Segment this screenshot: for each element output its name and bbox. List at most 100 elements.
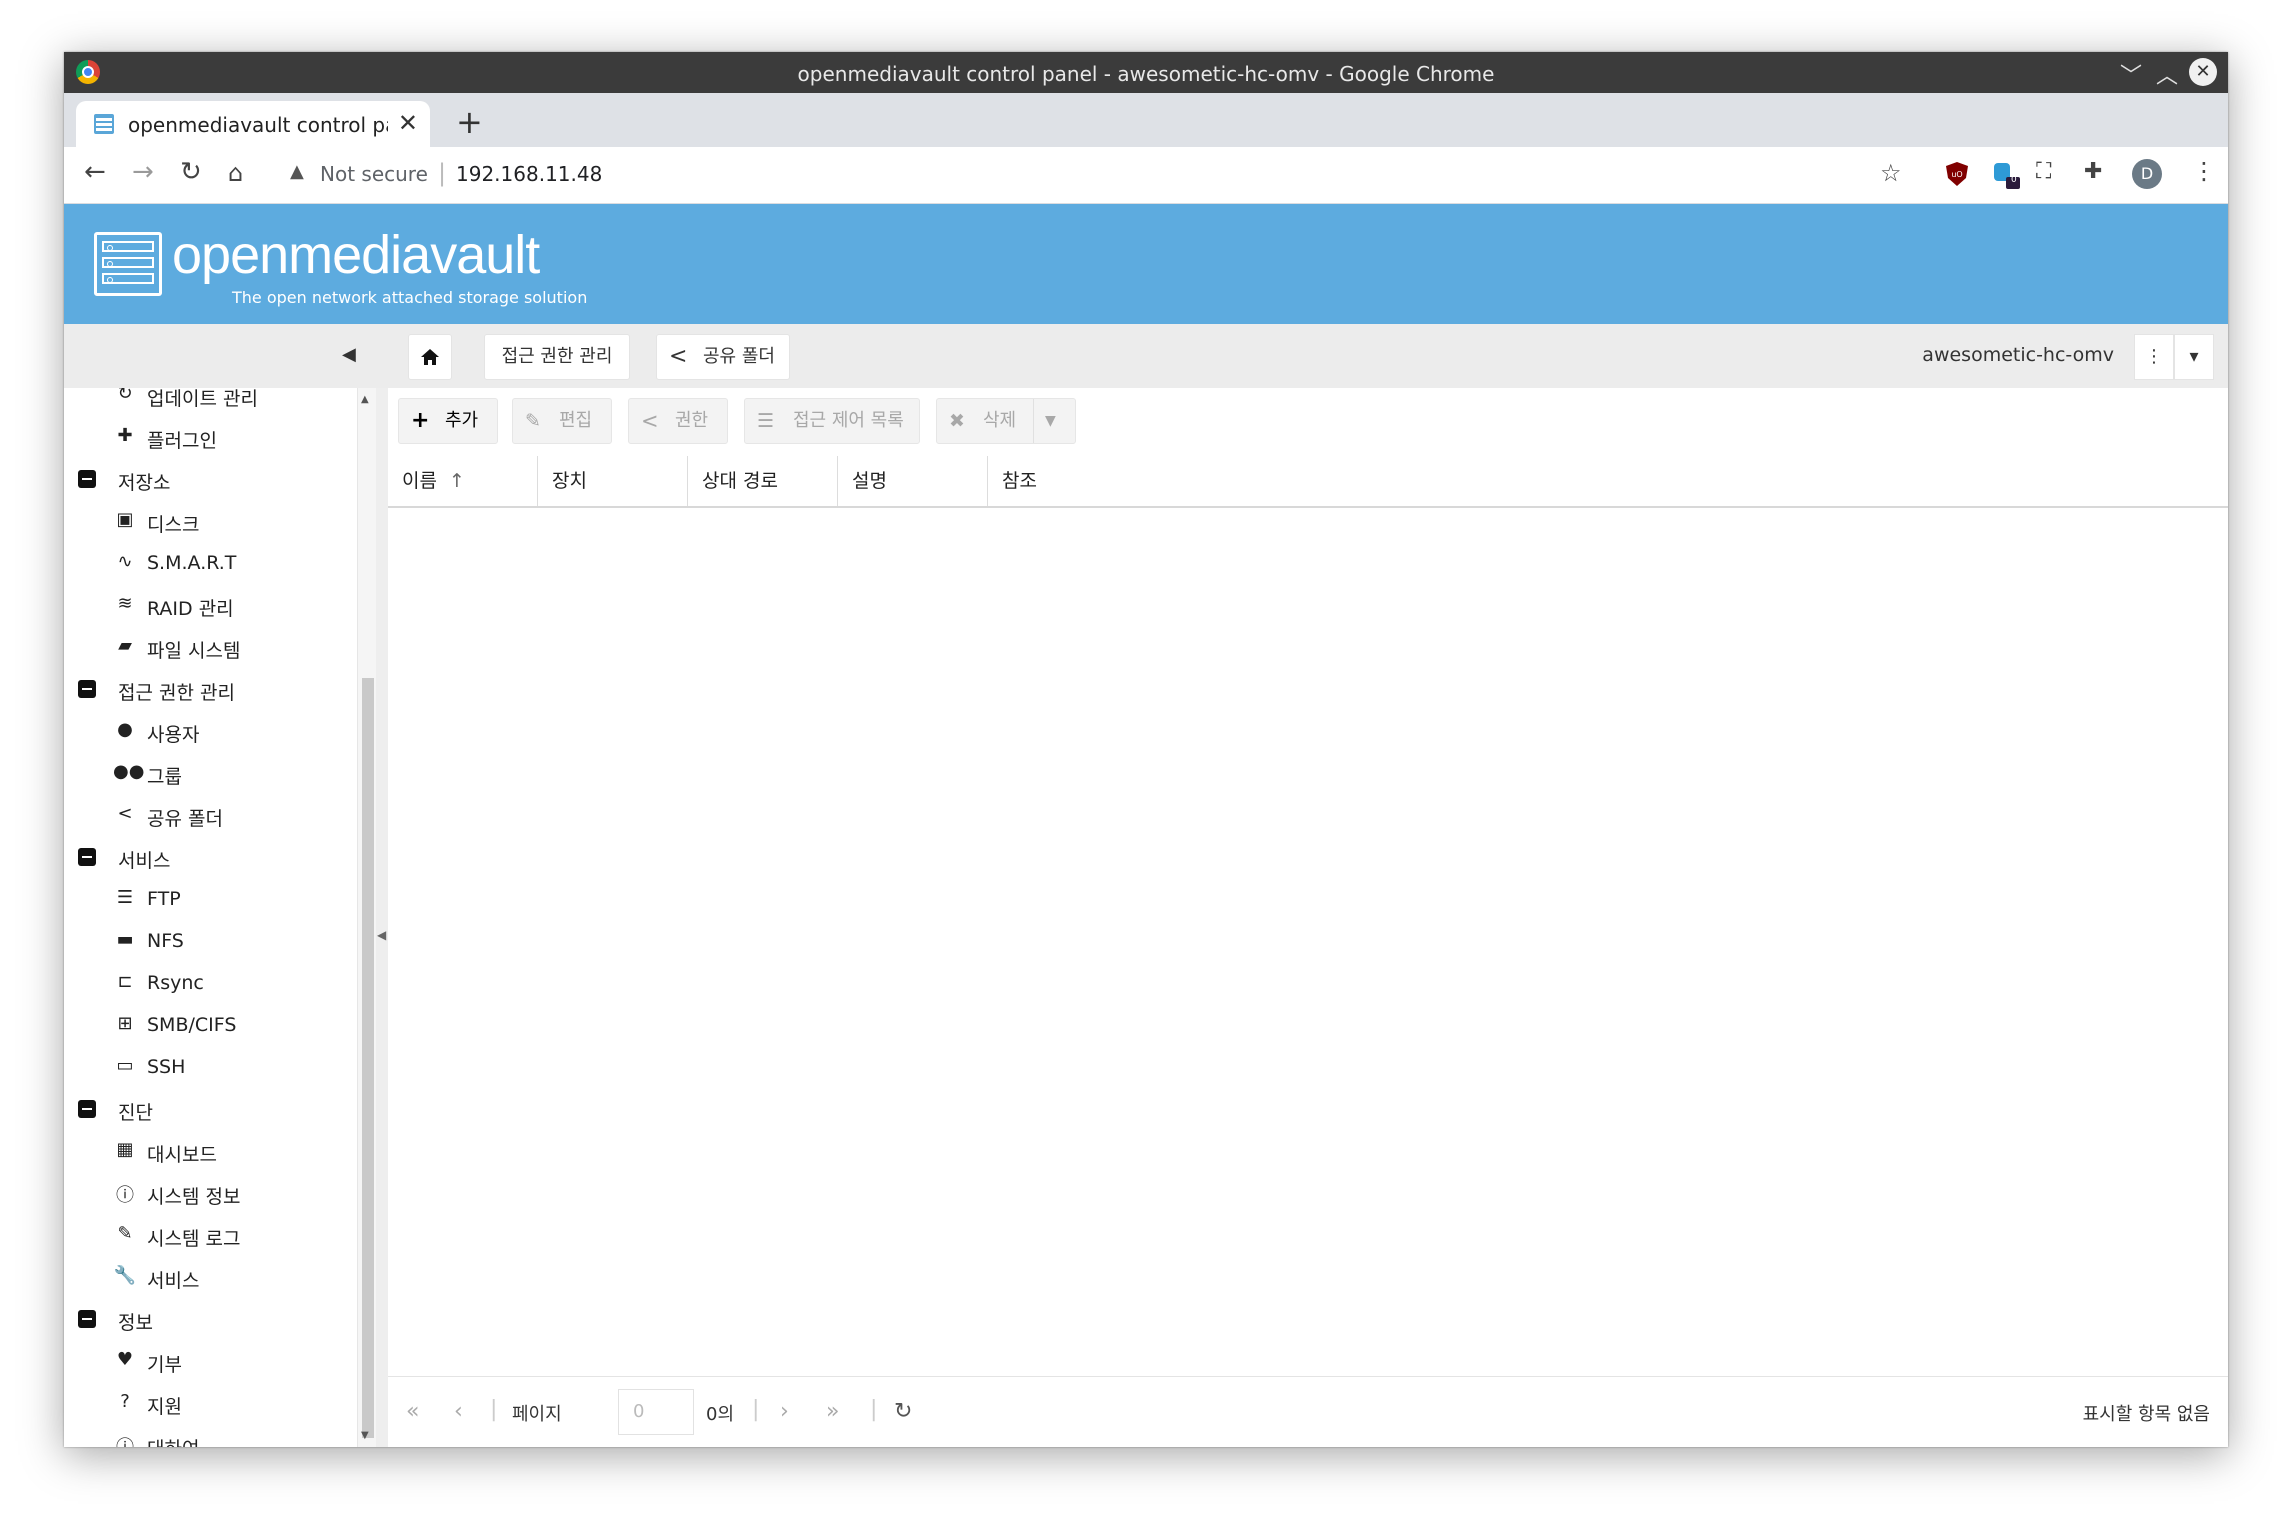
share-icon: < — [117, 803, 133, 824]
sidebar-label: SMB/CIFS — [147, 1014, 237, 1036]
home-crumb-button[interactable] — [408, 334, 452, 380]
first-page-icon[interactable]: « — [406, 1399, 419, 1424]
sidebar-label: 업데이트 관리 — [147, 388, 258, 410]
omv-logo-text: openmediavault — [172, 225, 540, 285]
times-icon: ✖ — [949, 410, 965, 432]
column-header[interactable]: 장치 — [538, 456, 688, 506]
page-label: 페이지 — [512, 1404, 562, 1425]
breadcrumb-section[interactable]: 접근 권한 관리 — [484, 334, 630, 380]
forward-icon[interactable]: → — [132, 157, 154, 187]
browser-menu-icon[interactable]: ⋮ — [2192, 157, 2216, 185]
page-total-label: 0의 — [706, 1404, 735, 1425]
browser-tab[interactable]: openmediavault control panel - awesometi… — [76, 101, 430, 147]
column-header-label: 설명 — [852, 470, 887, 492]
collapse-minus-icon[interactable] — [78, 470, 96, 488]
ublock-icon[interactable]: uO — [1944, 161, 1970, 187]
user-menu-button[interactable]: ⋮ — [2134, 334, 2174, 380]
scroll-up-icon[interactable]: ▲ — [361, 394, 369, 405]
disk-icon: ▣ — [116, 509, 134, 530]
tab-close-icon[interactable]: ✕ — [398, 109, 418, 137]
column-header[interactable]: 이름 ↑ — [388, 456, 538, 506]
dropdown-icon[interactable]: ▾ — [2174, 334, 2214, 380]
close-window-button[interactable]: ✕ — [2189, 58, 2217, 86]
profile-avatar[interactable]: D — [2132, 159, 2162, 189]
column-header[interactable]: 참조 — [988, 456, 2228, 506]
sidebar-label: SSH — [147, 1056, 186, 1078]
help-icon: ? — [120, 1391, 130, 1412]
navigation-sidebar: ↻ 업데이트 관리 ✚ 플러그인 저장소 ▣ 디스크 ∿ S.M.A.R.T ≋ RAID 관리 ▰ 파… — [64, 388, 359, 1447]
privileges-button[interactable]: < 권한 — [628, 398, 728, 444]
user-icon: ● — [117, 719, 133, 740]
sidebar-label: RAID 관리 — [147, 598, 234, 620]
collapse-minus-icon[interactable] — [78, 680, 96, 698]
windows-icon: ⊞ — [117, 1013, 133, 1034]
collapse-minus-icon[interactable] — [78, 1310, 96, 1328]
share-icon: < — [641, 409, 659, 433]
last-page-icon[interactable]: » — [826, 1399, 839, 1424]
url-text[interactable]: 192.168.11.48 — [456, 162, 602, 186]
address-separator: | — [438, 159, 447, 187]
omv-favicon-icon — [94, 114, 114, 134]
omv-tagline: The open network attached storage soluti… — [232, 288, 588, 307]
delete-label: 삭제 — [983, 410, 1017, 431]
add-button[interactable]: + 추가 — [398, 398, 498, 444]
scrollbar-thumb[interactable] — [362, 678, 374, 1438]
delete-button[interactable]: ✖ 삭제 ▼ — [936, 398, 1076, 444]
screenshot-icon[interactable]: ⛶ — [2036, 159, 2051, 184]
column-header[interactable]: 상대 경로 — [688, 456, 838, 506]
new-tab-button[interactable]: + — [456, 103, 483, 141]
reload-icon[interactable]: ↻ — [180, 157, 202, 187]
splitter-arrow-icon: ◀ — [377, 928, 387, 942]
sidebar-splitter[interactable]: ◀ — [376, 388, 388, 1447]
page-number-input[interactable]: 0 — [618, 1389, 694, 1435]
maximize-button[interactable]: ︿ — [2156, 58, 2178, 90]
prev-page-icon[interactable]: ‹ — [454, 1399, 463, 1424]
heart-icon: ♥ — [116, 1349, 134, 1370]
extension-badge: 0 — [2011, 175, 2017, 185]
sidebar-label: 서비스 — [147, 1270, 200, 1292]
tab-title: openmediavault control panel - awesometi… — [128, 113, 388, 137]
pager-separator: | — [490, 1397, 498, 1422]
delete-dropdown-icon[interactable]: ▼ — [1045, 399, 1056, 443]
sidebar-label: 대시보드 — [147, 1144, 217, 1166]
sidebar-scrollbar[interactable]: ▲ ▼ — [357, 388, 376, 1447]
sidebar-label: 정보 — [118, 1312, 153, 1334]
pager-separator: | — [870, 1397, 878, 1422]
breadcrumb-current[interactable]: < 공유 폴더 — [656, 334, 790, 380]
collapse-sidebar-icon[interactable]: ◀ — [342, 344, 356, 365]
collapse-minus-icon[interactable] — [78, 1100, 96, 1118]
info-icon: ⓘ — [113, 1433, 137, 1447]
collapse-minus-icon[interactable] — [78, 848, 96, 866]
scroll-down-icon[interactable]: ▼ — [361, 1430, 369, 1441]
back-icon[interactable]: ← — [84, 157, 106, 187]
column-header-label: 장치 — [552, 470, 587, 492]
next-page-icon[interactable]: › — [780, 1399, 789, 1424]
column-header[interactable]: 설명 — [838, 456, 988, 506]
sidebar-label: 서비스 — [118, 850, 171, 872]
sidebar-label: 그룹 — [147, 766, 182, 788]
sidebar-label: 파일 시스템 — [147, 640, 241, 662]
puzzle-icon: ✚ — [117, 425, 133, 446]
browser-toolbar: ← → ↻ ⌂ ▲ Not secure | 192.168.11.48 ☆ u… — [64, 147, 2228, 204]
share-icon: < — [669, 344, 688, 369]
column-header-label: 참조 — [1002, 470, 1037, 492]
sidebar-label: 기부 — [147, 1354, 182, 1376]
grid-toolbar: + 추가 ✎ 편집 < 권한 ☰ 접근 제어 목록 ✖ 삭제 ▼ — [388, 388, 2228, 457]
acl-label: 접근 제어 목록 — [793, 410, 904, 431]
sidebar-label: 사용자 — [147, 724, 200, 746]
home-icon[interactable]: ⌂ — [228, 159, 243, 187]
pager-separator: | — [752, 1397, 760, 1422]
minimize-button[interactable]: ﹀ — [2120, 58, 2142, 90]
sitemap-icon: ⊏ — [117, 971, 133, 992]
acl-button[interactable]: ☰ 접근 제어 목록 — [744, 398, 920, 444]
bookmark-star-icon[interactable]: ☆ — [1880, 159, 1902, 187]
sort-ascending-icon: ↑ — [448, 470, 465, 492]
extensions-puzzle-icon[interactable]: ✚ — [2084, 159, 2102, 184]
extension-blue-icon[interactable]: 0 — [1992, 161, 2020, 189]
refresh-icon[interactable]: ↻ — [894, 1399, 912, 1424]
refresh-icon: ↻ — [117, 388, 133, 404]
edit-label: 편집 — [559, 410, 593, 431]
edit-button[interactable]: ✎ 편집 — [512, 398, 612, 444]
server-icon: ☰ — [116, 887, 134, 908]
browser-window: openmediavault control panel - awesometi… — [64, 52, 2228, 1447]
